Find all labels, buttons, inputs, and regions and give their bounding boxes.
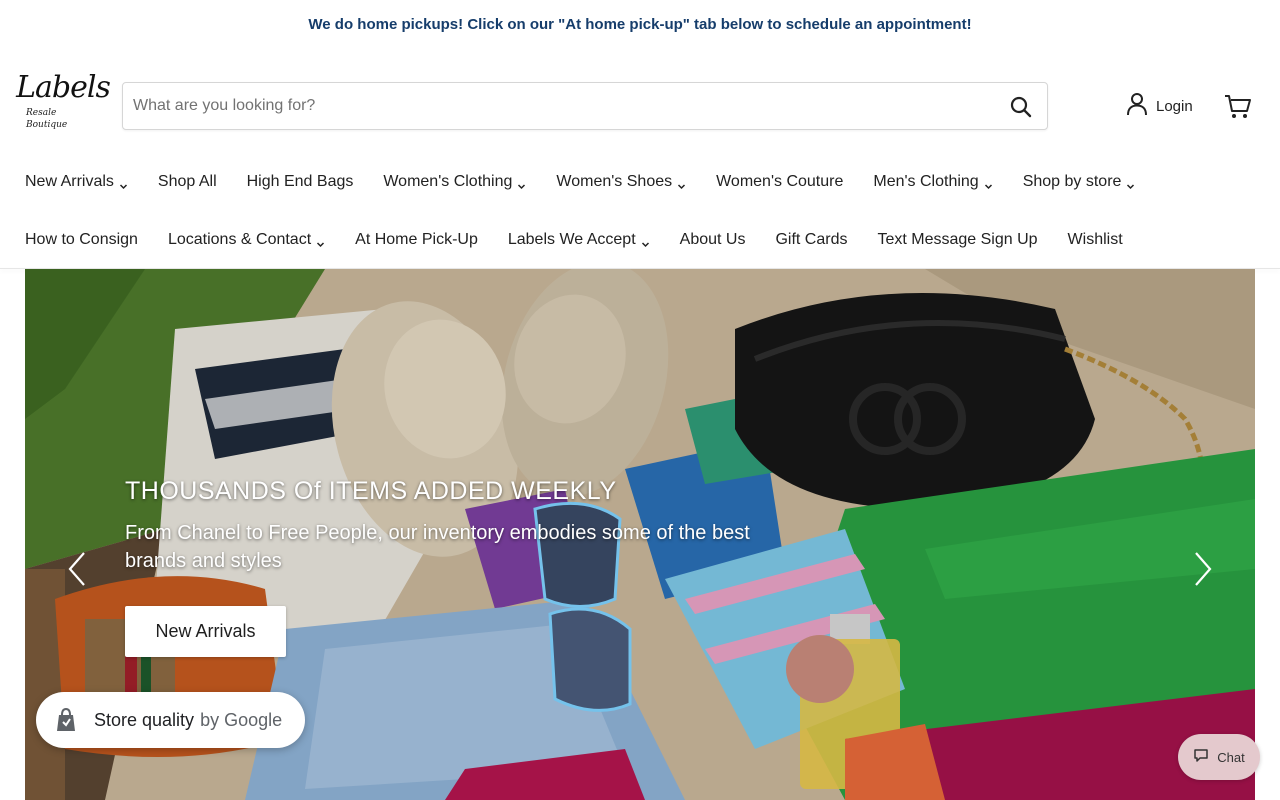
chevron-down-icon bbox=[119, 178, 128, 189]
nav-womens-couture[interactable]: Women's Couture bbox=[716, 173, 843, 191]
chevron-left-icon[interactable] bbox=[65, 549, 89, 589]
nav-label: Gift Cards bbox=[775, 231, 848, 248]
header: Labels Resale Boutique Login bbox=[0, 48, 1280, 158]
nav-how-to-consign[interactable]: How to Consign bbox=[25, 231, 138, 249]
nav-new-arrivals[interactable]: New Arrivals bbox=[25, 173, 128, 191]
nav-label: Women's Clothing bbox=[383, 173, 513, 190]
chevron-down-icon bbox=[641, 236, 650, 247]
site-logo[interactable]: Labels Resale Boutique bbox=[16, 68, 111, 136]
search-bar bbox=[122, 82, 1048, 130]
nav-shop-by-store[interactable]: Shop by store bbox=[1023, 173, 1136, 191]
nav-label: How to Consign bbox=[25, 231, 138, 248]
nav-label: At Home Pick-Up bbox=[355, 231, 478, 248]
logo-brand: Labels bbox=[16, 70, 111, 105]
nav-label: Men's Clothing bbox=[873, 173, 979, 190]
shopping-bag-icon bbox=[52, 706, 80, 734]
main-nav-row-2: How to Consign Locations & Contact At Ho… bbox=[25, 225, 1153, 255]
nav-label: Text Message Sign Up bbox=[877, 231, 1038, 248]
chat-icon bbox=[1193, 747, 1209, 768]
nav-shop-all[interactable]: Shop All bbox=[158, 173, 217, 191]
store-quality-badge[interactable]: Store quality by Google bbox=[36, 692, 305, 748]
nav-labels-we-accept[interactable]: Labels We Accept bbox=[508, 231, 650, 249]
nav-label: About Us bbox=[679, 231, 746, 248]
main-nav-row-1: New Arrivals Shop All High End Bags Wome… bbox=[25, 167, 1165, 197]
nav-label: Women's Couture bbox=[716, 173, 844, 190]
search-input[interactable] bbox=[133, 83, 993, 129]
login-label: Login bbox=[1156, 97, 1193, 115]
hero-subtitle: From Chanel to Free People, our inventor… bbox=[125, 522, 750, 572]
hero-title: THOUSANDS Of ITEMS ADDED WEEKLY bbox=[125, 477, 617, 505]
chevron-right-icon[interactable] bbox=[1191, 549, 1215, 589]
chat-label: Chat bbox=[1217, 749, 1245, 765]
nav-label: Wishlist bbox=[1067, 231, 1123, 248]
by-google-label: by Google bbox=[200, 709, 283, 730]
nav-high-end-bags[interactable]: High End Bags bbox=[247, 173, 354, 191]
chevron-down-icon bbox=[984, 178, 993, 189]
nav-wishlist[interactable]: Wishlist bbox=[1068, 231, 1123, 249]
nav-label: High End Bags bbox=[246, 173, 354, 190]
cart-icon[interactable] bbox=[1224, 94, 1252, 120]
store-quality-label: Store quality bbox=[94, 709, 195, 730]
chevron-down-icon bbox=[316, 236, 325, 247]
nav-label: Shop All bbox=[157, 173, 217, 190]
nav-womens-clothing[interactable]: Women's Clothing bbox=[383, 173, 526, 191]
nav-text-message-sign-up[interactable]: Text Message Sign Up bbox=[877, 231, 1037, 249]
new-arrivals-button[interactable]: New Arrivals bbox=[125, 606, 286, 657]
chat-button[interactable]: Chat bbox=[1178, 734, 1260, 780]
nav-mens-clothing[interactable]: Men's Clothing bbox=[873, 173, 992, 191]
nav-about-us[interactable]: About Us bbox=[680, 231, 746, 249]
chevron-down-icon bbox=[517, 178, 526, 189]
nav-womens-shoes[interactable]: Women's Shoes bbox=[556, 173, 686, 191]
nav-label: New Arrivals bbox=[25, 173, 114, 190]
nav-label: Shop by store bbox=[1022, 173, 1122, 190]
nav-label: Labels We Accept bbox=[507, 231, 636, 248]
nav-label: Women's Shoes bbox=[556, 173, 673, 190]
login-link[interactable]: Login bbox=[1126, 92, 1193, 121]
chevron-down-icon bbox=[1126, 178, 1135, 189]
chevron-down-icon bbox=[677, 178, 686, 189]
nav-at-home-pick-up[interactable]: At Home Pick-Up bbox=[355, 231, 478, 249]
search-icon[interactable] bbox=[1009, 95, 1033, 119]
logo-subtitle: Resale Boutique bbox=[26, 108, 68, 130]
nav-gift-cards[interactable]: Gift Cards bbox=[775, 231, 847, 249]
announcement-bar[interactable]: We do home pickups! Click on our "At hom… bbox=[0, 0, 1280, 48]
nav-locations-contact[interactable]: Locations & Contact bbox=[168, 231, 325, 249]
nav-label: Locations & Contact bbox=[167, 231, 312, 248]
user-icon bbox=[1126, 92, 1148, 121]
